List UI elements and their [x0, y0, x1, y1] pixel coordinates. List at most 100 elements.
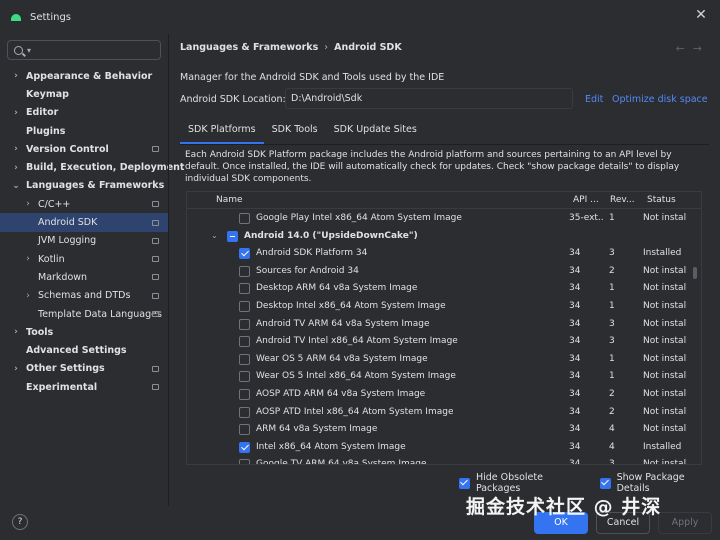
- sidebar-item-c-c[interactable]: › C/C++: [0, 195, 168, 213]
- sidebar-item-android-sdk[interactable]: Android SDK: [0, 213, 168, 232]
- package-checkbox[interactable]: [239, 353, 250, 365]
- chevron-right-icon[interactable]: ›: [11, 108, 21, 118]
- table-row[interactable]: ARM 64 v8a System Image 34 4 Not install...: [187, 421, 687, 439]
- chevron-right-icon[interactable]: ›: [23, 254, 33, 264]
- sidebar-item-build-execution-deployment[interactable]: › Build, Execution, Deployment: [0, 158, 184, 176]
- table-row[interactable]: Desktop ARM 64 v8a System Image 34 1 Not in…: [187, 280, 687, 298]
- package-revision: 1: [609, 371, 615, 382]
- chevron-down-icon[interactable]: ⌄: [211, 231, 218, 240]
- chevron-right-icon[interactable]: ›: [11, 71, 21, 81]
- table-body: Google Play Intel x86_64 Atom System Ima…: [187, 209, 701, 464]
- table-row[interactable]: Google Play Intel x86_64 Atom System Ima…: [187, 210, 687, 228]
- chevron-right-icon[interactable]: ›: [23, 291, 33, 301]
- show-package-details-checkbox[interactable]: Show Package Details: [599, 472, 720, 494]
- back-arrow-icon[interactable]: ←: [676, 42, 693, 55]
- package-checkbox[interactable]: [239, 301, 250, 312]
- chevron-right-icon[interactable]: ›: [11, 163, 21, 173]
- table-row[interactable]: AOSP ATD Intel x86_64 Atom System Image 3…: [187, 404, 687, 422]
- chevron-right-icon[interactable]: ›: [23, 199, 33, 209]
- optimize-disk-space-link[interactable]: Optimize disk space: [612, 94, 708, 105]
- tab-sdk-tools[interactable]: SDK Tools: [264, 118, 326, 144]
- package-checkbox[interactable]: [239, 336, 250, 348]
- chevron-down-icon[interactable]: ▾: [27, 46, 31, 55]
- help-icon[interactable]: ?: [12, 514, 28, 530]
- chevron-right-icon[interactable]: ›: [11, 327, 21, 337]
- package-checkbox[interactable]: [239, 213, 250, 224]
- sidebar-item-other-settings[interactable]: › Other Settings: [0, 360, 168, 378]
- sidebar-item-tools[interactable]: › Tools: [0, 323, 168, 341]
- sidebar-item-schemas-and-dtds[interactable]: › Schemas and DTDs: [0, 287, 168, 305]
- search-input[interactable]: ▾: [7, 40, 161, 60]
- chevron-right-icon[interactable]: ›: [11, 144, 21, 154]
- package-checkbox[interactable]: [239, 406, 250, 418]
- table-row[interactable]: AOSP ATD ARM 64 v8a System Image 34 2 Not i…: [187, 386, 687, 404]
- main-content: Languages & Frameworks › Android SDK ←→ …: [169, 34, 720, 506]
- table-row[interactable]: Android TV ARM 64 v8a System Image 34 3 Not…: [187, 316, 687, 334]
- checkbox-checked-icon[interactable]: [459, 477, 470, 489]
- sidebar-item-template-data-languages[interactable]: Template Data Languages: [0, 305, 168, 323]
- sidebar-item-label: Build, Execution, Deployment: [26, 162, 185, 174]
- checkbox-checked-icon[interactable]: [599, 477, 611, 489]
- sidebar-item-jvm-logging[interactable]: JVM Logging: [0, 232, 168, 250]
- package-status: Not install...: [643, 424, 687, 435]
- hide-obsolete-checkbox[interactable]: Hide Obsolete Packages: [459, 472, 590, 494]
- package-checkbox[interactable]: [239, 318, 250, 330]
- table-row[interactable]: Intel x86_64 Atom System Image 34 4 Install…: [187, 439, 687, 457]
- settings-sidebar: ▾ › Appearance & Behavior Keymap › Editor Plu…: [0, 34, 184, 506]
- table-scrollbar[interactable]: [693, 267, 697, 279]
- table-row[interactable]: Desktop Intel x86_64 Atom System Image 34…: [187, 298, 687, 316]
- chevron-right-icon[interactable]: ›: [11, 364, 21, 374]
- package-checkbox[interactable]: [239, 441, 250, 453]
- edit-link[interactable]: Edit: [585, 94, 603, 105]
- table-row[interactable]: Wear OS 5 ARM 64 v8a System Image 34 1 Not …: [187, 351, 687, 369]
- package-name: Wear OS 5 Intel x86_64 Atom System Image: [256, 371, 456, 382]
- sidebar-item-appearance-behavior[interactable]: › Appearance & Behavior: [0, 67, 168, 85]
- package-api-level: 34: [569, 406, 581, 417]
- forward-arrow-icon[interactable]: →: [693, 42, 710, 55]
- table-header: Name API ... Rev... Status: [187, 192, 701, 209]
- breadcrumb-parent[interactable]: Languages & Frameworks: [180, 42, 318, 53]
- table-row[interactable]: Wear OS 5 Intel x86_64 Atom System Image…: [187, 368, 687, 386]
- table-group-row[interactable]: ⌄ Android 14.0 ("UpsideDownCake"): [187, 228, 687, 246]
- column-status[interactable]: Status: [647, 195, 676, 205]
- package-checkbox[interactable]: [239, 371, 250, 383]
- sdk-location-field[interactable]: D:\Android\Sdk: [285, 88, 573, 109]
- column-api[interactable]: API ...: [573, 195, 599, 205]
- package-checkbox[interactable]: [239, 459, 250, 464]
- sidebar-item-languages-frameworks[interactable]: ⌄ Languages & Frameworks: [0, 177, 168, 195]
- sidebar-item-markdown[interactable]: Markdown: [0, 268, 168, 286]
- package-checkbox[interactable]: [239, 389, 250, 400]
- package-checkbox[interactable]: [239, 265, 250, 277]
- package-name: Desktop Intel x86_64 Atom System Image: [256, 301, 446, 311]
- watermark: 掘金技术社区 @ 井深: [466, 496, 662, 518]
- apply-button[interactable]: Apply: [658, 512, 712, 534]
- column-revision[interactable]: Rev...: [610, 195, 635, 205]
- project-settings-icon: [152, 384, 159, 391]
- table-row[interactable]: Google TV ARM 64 v8a System Image 34 3 Not …: [187, 456, 687, 464]
- close-icon[interactable]: ✕: [692, 6, 710, 24]
- package-status: Not install...: [643, 301, 687, 311]
- package-checkbox[interactable]: [239, 424, 250, 436]
- sidebar-item-label: Plugins: [26, 125, 66, 137]
- tab-sdk-platforms[interactable]: SDK Platforms: [180, 118, 264, 144]
- sidebar-item-version-control[interactable]: › Version Control: [0, 140, 168, 158]
- sidebar-item-kotlin[interactable]: › Kotlin: [0, 250, 168, 268]
- table-row[interactable]: Android TV Intel x86_64 Atom System Imag…: [187, 333, 687, 351]
- chevron-down-icon[interactable]: ⌄: [11, 181, 21, 191]
- package-name: Desktop ARM 64 v8a System Image: [256, 283, 418, 294]
- sidebar-item-experimental[interactable]: Experimental: [0, 378, 168, 396]
- sidebar-item-keymap[interactable]: Keymap: [0, 85, 168, 103]
- sidebar-item-plugins[interactable]: Plugins: [0, 122, 168, 140]
- package-checkbox[interactable]: [227, 230, 238, 242]
- tab-sdk-update-sites[interactable]: SDK Update Sites: [326, 118, 425, 144]
- sidebar-item-label: Template Data Languages: [38, 308, 162, 320]
- table-row[interactable]: Sources for Android 34 34 2 Not install...: [187, 263, 687, 281]
- package-name: Android 14.0 ("UpsideDownCake"): [244, 230, 418, 241]
- package-checkbox[interactable]: [239, 248, 250, 260]
- column-name[interactable]: Name: [216, 195, 243, 205]
- sidebar-item-advanced-settings[interactable]: Advanced Settings: [0, 341, 168, 359]
- package-status: Not install...: [643, 389, 687, 399]
- sidebar-item-editor[interactable]: › Editor: [0, 104, 168, 122]
- table-row[interactable]: Android SDK Platform 34 34 3 Installed: [187, 245, 687, 263]
- package-checkbox[interactable]: [239, 283, 250, 295]
